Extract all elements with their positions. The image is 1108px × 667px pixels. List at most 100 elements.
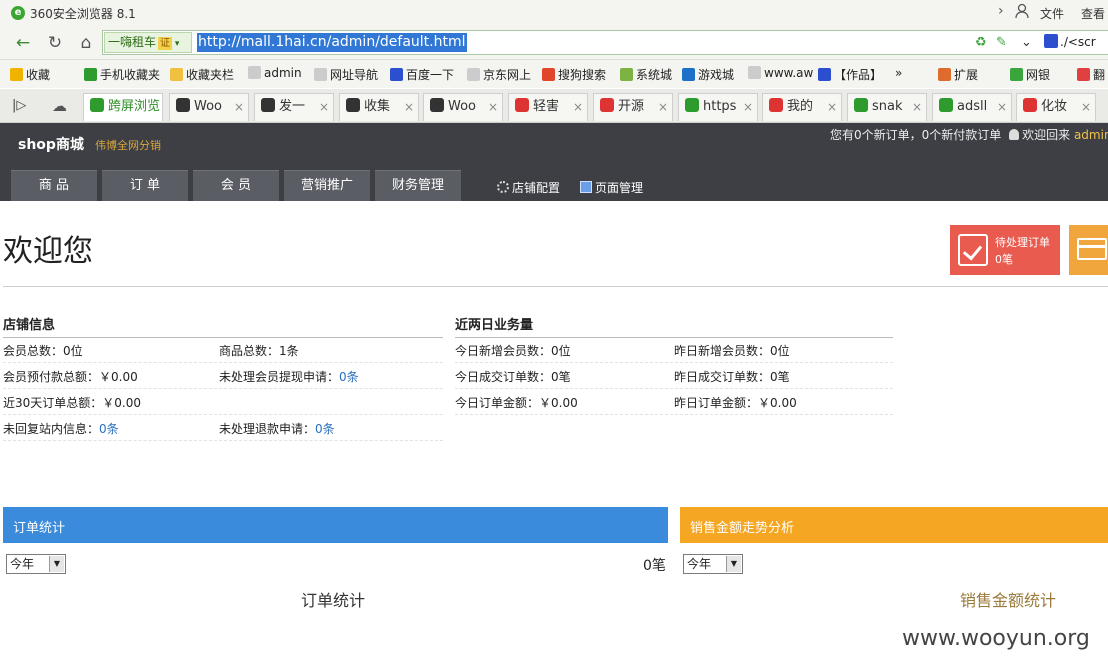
pending-orders-card[interactable]: 待处理订单 0笔 xyxy=(950,225,1060,275)
bookmark-item[interactable]: 网址导航 xyxy=(314,66,378,83)
tab-label: adsll xyxy=(957,99,988,114)
browser-tab[interactable]: 发一 × xyxy=(254,93,334,121)
tab-label: 跨屏浏览 xyxy=(108,99,161,114)
tab-label: snak xyxy=(872,99,903,114)
stat-item: 昨日成交订单数：0笔 xyxy=(674,368,790,385)
stat-label: 未回复站内信息： xyxy=(3,422,100,436)
browser-tab[interactable]: 我的 × xyxy=(762,93,842,121)
menu-view[interactable]: 查看 xyxy=(1081,5,1105,22)
leaf-icon[interactable]: ✎ xyxy=(996,34,1007,52)
browser-tab[interactable]: 跨屏浏览 xyxy=(83,93,163,121)
close-icon[interactable]: × xyxy=(743,94,753,120)
c-icon xyxy=(854,98,868,112)
recycle-icon[interactable]: ♻ xyxy=(975,34,987,52)
browser-tab[interactable]: 化妆 × xyxy=(1016,93,1096,121)
page-icon xyxy=(748,66,761,79)
url-text[interactable]: http://mall.1hai.cn/admin/default.html xyxy=(197,33,467,52)
menu-file[interactable]: 文件 xyxy=(1040,5,1064,22)
sidebar-toggle-icon[interactable]: |▷ xyxy=(12,98,26,113)
bookmark-item[interactable]: 百度一下 xyxy=(390,66,454,83)
bookmark-item[interactable]: www.aw xyxy=(748,66,813,80)
close-icon[interactable]: × xyxy=(488,94,498,120)
row-divider xyxy=(455,388,893,389)
close-icon[interactable]: × xyxy=(319,94,329,120)
welcome-back-text: 欢迎回来 xyxy=(1022,128,1071,142)
bookmark-label: 扩展 xyxy=(954,68,979,82)
close-icon[interactable]: × xyxy=(404,94,414,120)
site-identity-chip[interactable]: 一嗨租车证 ▾ xyxy=(104,32,192,53)
brand-name[interactable]: shop商城 xyxy=(18,134,84,154)
bookmark-item[interactable]: 收藏夹栏 xyxy=(170,66,234,83)
sales-chart-title: 销售金额统计 xyxy=(960,591,1057,610)
stat-value[interactable]: 0条 xyxy=(339,370,359,384)
stat-value[interactable]: 0条 xyxy=(99,422,119,436)
store-config-link[interactable]: 店铺配置 xyxy=(497,179,560,196)
chevron-right-icon[interactable]: › xyxy=(998,3,1004,19)
close-icon[interactable]: × xyxy=(234,94,244,120)
bookmark-item[interactable]: 收藏 xyxy=(10,66,50,83)
pending-orders-label: 待处理订单 xyxy=(995,236,1050,249)
phone-icon xyxy=(84,68,97,81)
close-icon[interactable]: × xyxy=(658,94,668,120)
browser-tab[interactable]: snak × xyxy=(847,93,927,121)
baidu-paw-icon xyxy=(1044,34,1058,48)
bookmark-item[interactable]: 网银 xyxy=(1010,66,1050,83)
refresh-icon[interactable]: ↻ xyxy=(44,32,66,54)
close-icon[interactable]: × xyxy=(997,94,1007,120)
tab-label: Woo xyxy=(194,99,222,114)
order-stats-panel-header: 订单统计 xyxy=(3,507,668,543)
browser-tab[interactable]: 开源 × xyxy=(593,93,673,121)
page-manage-link[interactable]: 页面管理 xyxy=(580,179,643,196)
bookmark-label: www.aw xyxy=(764,66,814,80)
nav-tab[interactable]: 订 单 xyxy=(102,170,188,201)
close-icon[interactable]: × xyxy=(912,94,922,120)
stat-value[interactable]: 0条 xyxy=(315,422,335,436)
home-icon[interactable]: ⌂ xyxy=(75,32,97,54)
tab-label: 发一 xyxy=(279,99,306,114)
bookmark-item[interactable]: 翻 xyxy=(1077,66,1105,83)
admin-link[interactable]: admin xyxy=(1074,128,1108,142)
browser-tab[interactable]: 收集 × xyxy=(339,93,419,121)
chevron-down-icon[interactable]: ⌄ xyxy=(1021,34,1032,52)
close-icon[interactable]: × xyxy=(573,94,583,120)
tab-label: Woo xyxy=(448,99,476,114)
bookmark-item[interactable]: admin xyxy=(248,66,302,80)
bookmark-item[interactable]: 搜狗搜索 xyxy=(542,66,606,83)
close-icon[interactable]: × xyxy=(827,94,837,120)
close-icon[interactable]: × xyxy=(1081,94,1091,120)
more-bookmarks-icon[interactable]: » xyxy=(895,66,902,80)
sogou-icon xyxy=(542,68,555,81)
search-input[interactable]: ./<scr xyxy=(1044,32,1108,53)
payment-card[interactable] xyxy=(1069,225,1108,275)
cloud-icon[interactable]: ☁ xyxy=(52,97,67,115)
sales-period-value: 今年 xyxy=(687,557,712,571)
tab-label: 收集 xyxy=(364,99,391,114)
row-divider xyxy=(3,388,443,389)
bookmark-item[interactable]: 系统城 xyxy=(620,66,672,83)
browser-tab[interactable]: https × xyxy=(678,93,758,121)
nav-tab[interactable]: 营销推广 xyxy=(284,170,370,201)
back-icon[interactable]: ← xyxy=(12,32,34,54)
stat-value: ￥0.00 xyxy=(758,396,797,410)
order-period-select[interactable]: 今年 ▼ xyxy=(6,554,66,574)
watermark: www.wooyun.org xyxy=(902,626,1090,651)
bookmark-item[interactable]: 京东网上 xyxy=(467,66,531,83)
bookmark-item[interactable]: 扩展 xyxy=(938,66,978,83)
browser-tab[interactable]: adsll × xyxy=(932,93,1012,121)
store-info-title: 店铺信息 xyxy=(3,318,56,333)
user-icon[interactable] xyxy=(1015,3,1029,19)
site-label: 一嗨租车 xyxy=(108,35,157,49)
bookmark-item[interactable]: 游戏城 xyxy=(682,66,734,83)
c-icon xyxy=(600,98,614,112)
nav-tab[interactable]: 商 品 xyxy=(11,170,97,201)
bookmark-item[interactable]: 【作品】 xyxy=(818,66,882,83)
sales-period-select[interactable]: 今年 ▼ xyxy=(683,554,743,574)
browser-tab[interactable]: Woo × xyxy=(169,93,249,121)
bookmark-label: 搜狗搜索 xyxy=(558,68,607,82)
nav-tab[interactable]: 会 员 xyxy=(193,170,279,201)
browser-tab[interactable]: 轻害 × xyxy=(508,93,588,121)
browser-tab[interactable]: Woo × xyxy=(423,93,503,121)
stat-value: 0笔 xyxy=(770,370,790,384)
bookmark-item[interactable]: 手机收藏夹 xyxy=(84,66,160,83)
nav-tab[interactable]: 财务管理 xyxy=(375,170,461,201)
